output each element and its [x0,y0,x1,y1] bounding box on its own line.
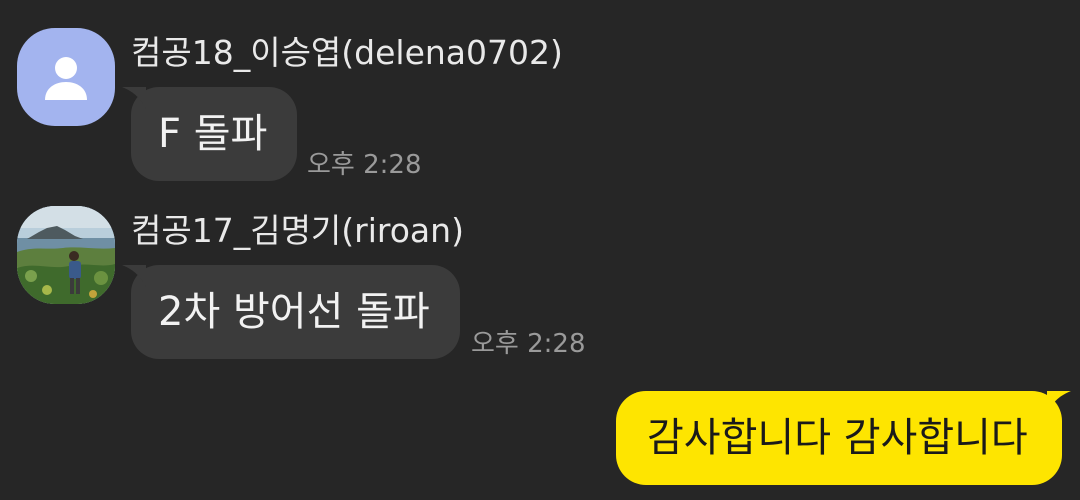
message-timestamp: 오후 2:28 [471,329,586,359]
my-message-text: 감사합니다 감사합니다 [647,415,1028,461]
sender-avatar-photo[interactable] [17,206,115,304]
default-person-icon [45,57,87,100]
message-timestamp: 오후 2:28 [307,150,422,180]
bubble-tail-icon [122,87,146,109]
message-bubble[interactable]: 2차 방어선 돌파 [122,265,460,359]
message-text: F 돌파 [158,111,268,157]
message-bubble[interactable]: F 돌파 [122,87,298,181]
bubble-tail-icon [122,265,146,287]
sender-avatar-default[interactable] [17,28,115,126]
profile-photo [17,206,115,304]
my-message-bubble[interactable]: 감사합니다 감사합니다 [616,391,1071,485]
sender-name: 컴공18_이승엽(delena0702) [131,33,563,72]
bubble-tail-icon [1047,391,1071,413]
sender-name: 컴공17_김명기(riroan) [131,211,464,250]
message-text: 2차 방어선 돌파 [158,289,430,335]
